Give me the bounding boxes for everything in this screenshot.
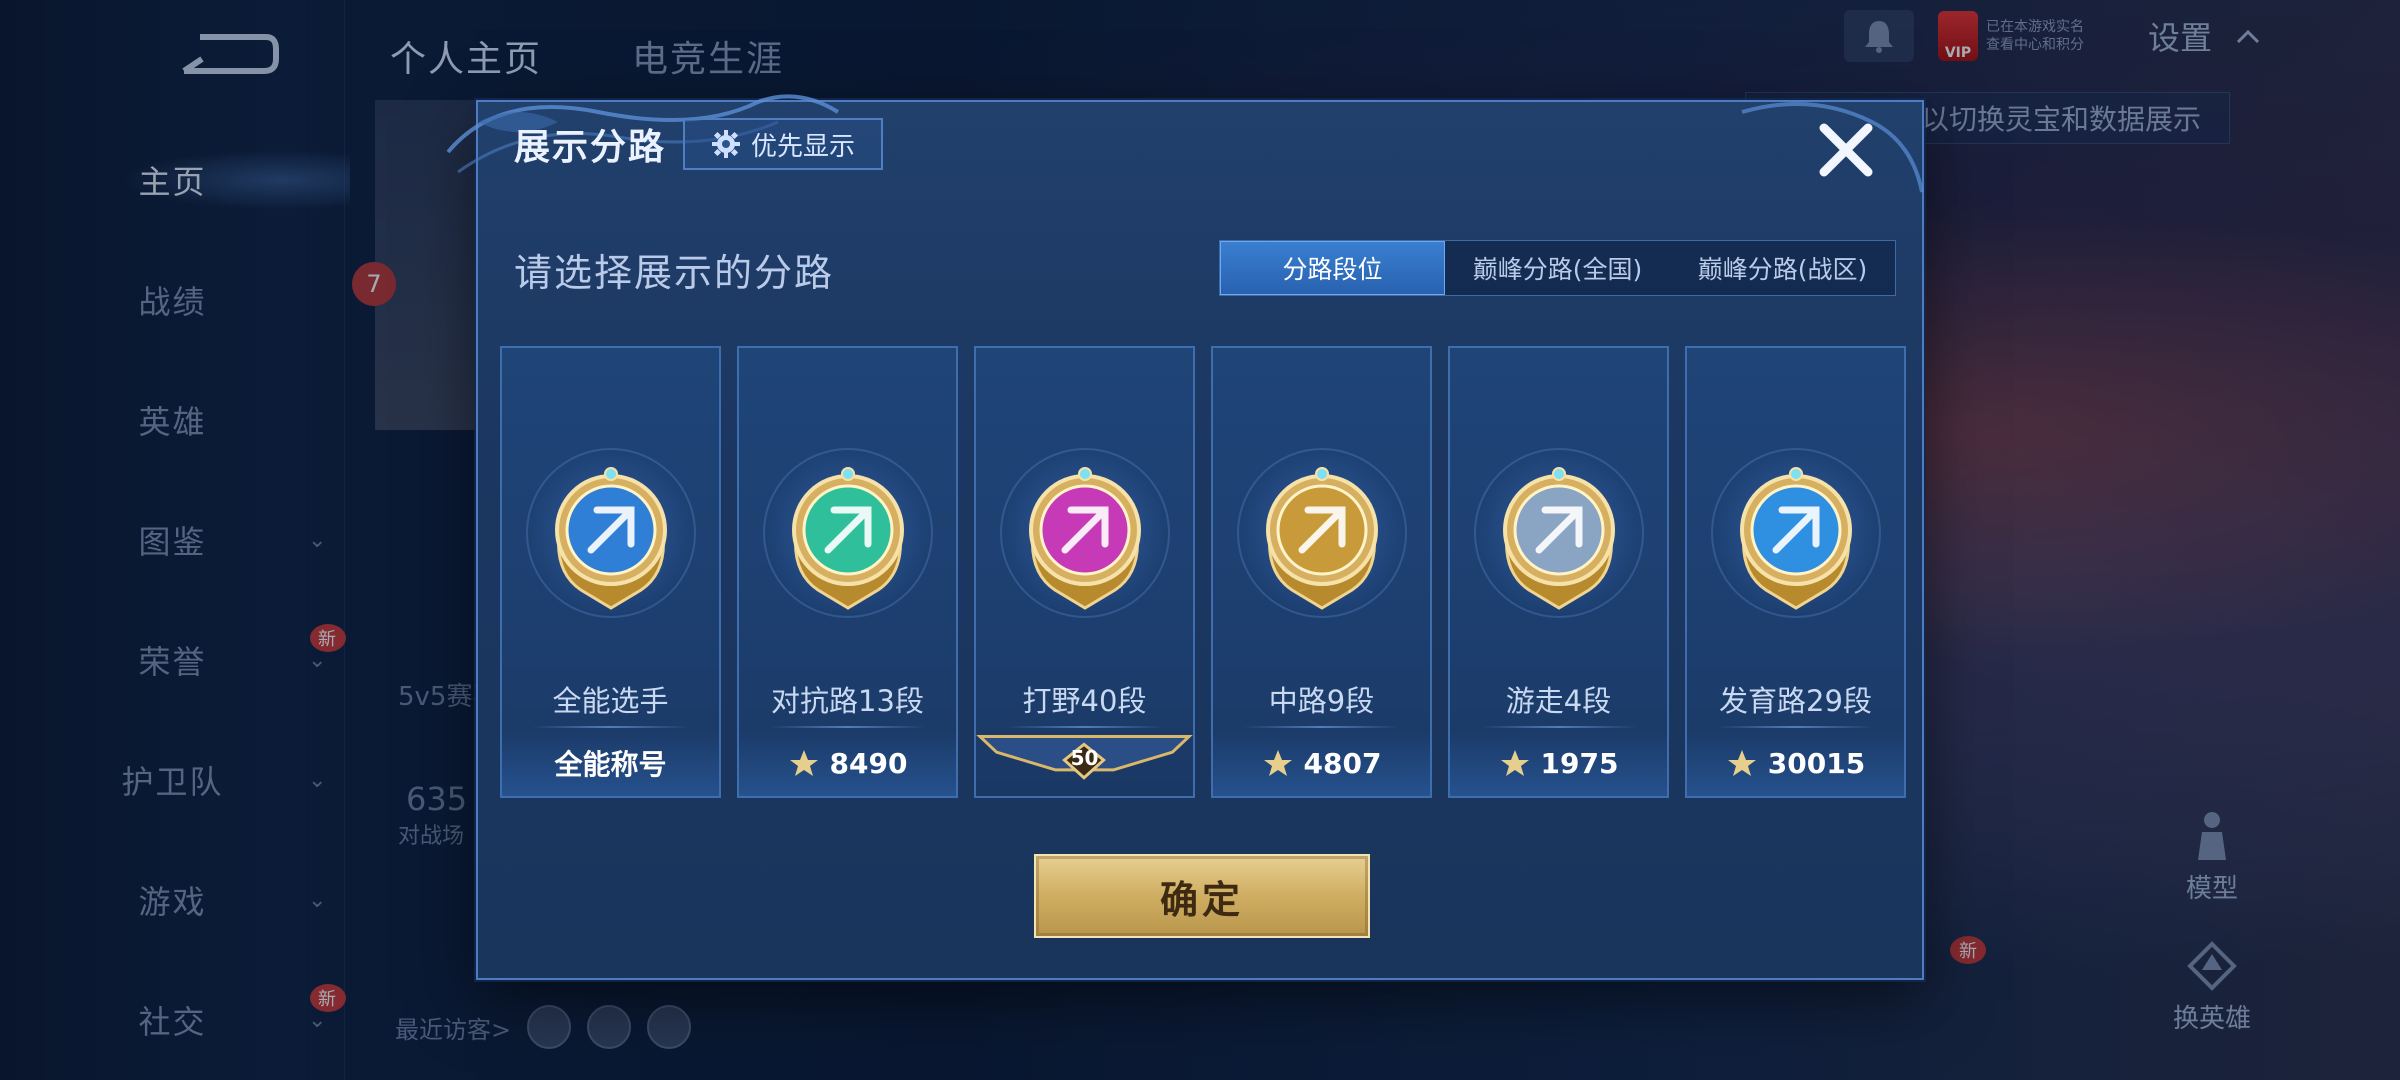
tab-lane-rank[interactable]: 分路段位 [1220, 241, 1445, 295]
modal-title: 展示分路 [514, 127, 667, 168]
jungle-badge-icon [1028, 467, 1141, 610]
points-value: 4807 [1213, 730, 1430, 796]
lane-cards: 全能选手 全能称号 对抗路13段 8490 打野40段 50 中路9段 4807 游走4段 197… [500, 346, 1906, 798]
points-value: 8490 [739, 730, 956, 796]
points-value: 30015 [1687, 730, 1904, 796]
gear-icon [711, 130, 740, 158]
close-button[interactable] [1810, 114, 1882, 186]
priority-display-label: 优先显示 [750, 131, 855, 162]
divider [1480, 726, 1637, 728]
divider [1243, 726, 1400, 728]
all-round-badge-icon [554, 467, 667, 610]
card-value: 8490 [829, 746, 908, 780]
lane-label: 打野40段 [1022, 684, 1147, 718]
combat-power-icon [1263, 750, 1292, 776]
lane-card-mid-lane[interactable]: 中路9段 4807 [1211, 346, 1432, 798]
divider [769, 726, 926, 728]
lane-label: 发育路29段 [1719, 684, 1872, 718]
lane-card-farm-lane[interactable]: 发育路29段 30015 [1685, 346, 1906, 798]
lane-card-roam[interactable]: 游走4段 1975 [1448, 346, 1669, 798]
card-value: 全能称号 [554, 748, 667, 781]
combat-power-icon [789, 750, 818, 776]
lane-card-jungle[interactable]: 打野40段 50 [974, 346, 1195, 798]
lane-label: 全能选手 [552, 684, 669, 718]
close-icon [1819, 123, 1873, 177]
divider [1717, 726, 1874, 728]
clash-lane-badge-icon [791, 467, 904, 610]
priority-display-button[interactable]: 优先显示 [683, 118, 883, 170]
combat-power-icon [1500, 750, 1529, 776]
tab-peak-lane-national[interactable]: 巅峰分路(全国) [1445, 241, 1670, 295]
combat-power-icon [1727, 750, 1756, 776]
lane-mode-tabs: 分路段位 巅峰分路(全国) 巅峰分路(战区) [1219, 240, 1896, 296]
lane-card-clash-lane[interactable]: 对抗路13段 8490 [737, 346, 958, 798]
star-count-value: 50 [1070, 746, 1099, 770]
select-lane-prompt: 请选择展示的分路 [514, 251, 835, 295]
star-count-ribbon: 50 [976, 730, 1193, 796]
title-value: 全能称号 [502, 730, 719, 796]
mid-lane-badge-icon [1265, 467, 1378, 610]
divider [532, 726, 689, 728]
roam-badge-icon [1502, 467, 1615, 610]
lane-label: 对抗路13段 [771, 684, 924, 718]
lane-label: 游走4段 [1505, 684, 1612, 718]
lane-card-all-round[interactable]: 全能选手 全能称号 [500, 346, 721, 798]
lane-label: 中路9段 [1268, 684, 1375, 718]
farm-lane-badge-icon [1739, 467, 1852, 610]
confirm-button[interactable]: 确定 [1034, 854, 1370, 938]
lane-display-modal: 展示分路 优先显示 请选择展示的分路 分路段位 巅峰分路(全国) 巅峰分路(战区… [446, 94, 1924, 980]
tab-peak-lane-region[interactable]: 巅峰分路(战区) [1670, 241, 1895, 295]
divider [1006, 726, 1163, 728]
card-value: 30015 [1767, 746, 1866, 780]
card-value: 4807 [1303, 746, 1382, 780]
card-value: 1975 [1540, 746, 1619, 780]
points-value: 1975 [1450, 730, 1667, 796]
